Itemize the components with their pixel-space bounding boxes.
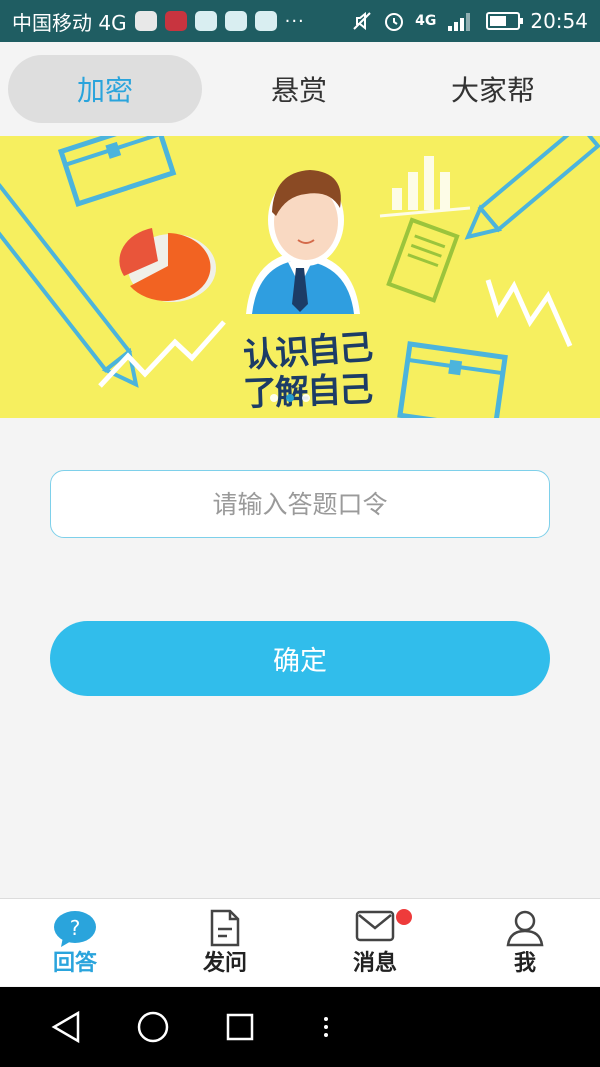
unread-badge [396,909,412,925]
nav-me[interactable]: 我 [450,899,600,987]
nav-label: 发问 [202,951,247,976]
back-icon[interactable] [51,1010,80,1044]
mute-icon [353,11,371,31]
nav-answer[interactable]: ? 回答 [0,899,150,987]
carousel-indicator [270,394,310,402]
system-nav-bar [0,987,600,1067]
signal-icon [448,13,471,31]
banner-title-line2: 了解自己 [242,369,372,415]
top-tab-bar: 加密 悬赏 大家帮 [0,42,600,136]
person-illustration [246,170,360,314]
nav-label: 消息 [352,951,397,976]
mail-icon [355,910,395,942]
clock: 20:54 [530,9,588,33]
briefcase-icon [397,341,508,418]
user-icon [506,910,544,947]
pencil-icon [0,183,139,388]
carousel-dot[interactable] [270,394,278,402]
carrier-label: 中国移动 4G [12,10,127,35]
home-icon[interactable] [137,1011,169,1043]
bottom-nav: ? 回答 发问 消息 我 [0,898,600,986]
app-icon-browser [134,11,157,31]
alarm-icon [385,13,404,31]
app-icon-jq [194,11,217,31]
tab-reward[interactable]: 悬赏 [202,55,396,123]
carousel-dot[interactable] [286,394,294,402]
note-icon [386,217,460,303]
pencil-icon [464,136,600,240]
more-notifications: ··· [284,10,305,32]
network-label: 4G [415,13,437,29]
confirm-button[interactable]: 确定 [50,621,550,696]
menu-icon[interactable] [324,1017,328,1037]
svg-text:?: ? [70,916,81,940]
nav-messages[interactable]: 消息 [300,899,450,987]
banner-carousel[interactable]: 认识自己 了解自己 [0,136,600,418]
briefcase-icon [57,136,177,207]
recents-icon[interactable] [226,1013,254,1041]
tab-everyone-help[interactable]: 大家帮 [396,55,590,123]
bar-icon [379,156,471,218]
battery-icon [486,12,524,30]
zigzag-line [485,279,573,348]
pie-chart-icon [119,228,216,302]
app-icon-jq [254,11,277,31]
carousel-dot[interactable] [302,394,310,402]
tab-encrypt[interactable]: 加密 [8,55,202,123]
status-bar: 中国移动 4G ··· 4G 20:54 [0,0,600,42]
question-icon: ? [54,911,96,947]
nav-label: 回答 [52,951,97,976]
answer-code-input[interactable] [50,470,550,538]
app-icon-jq [224,11,247,31]
document-icon [210,909,240,947]
nav-ask[interactable]: 发问 [150,899,300,987]
nav-label: 我 [513,951,536,976]
app-icon-news [164,11,187,31]
